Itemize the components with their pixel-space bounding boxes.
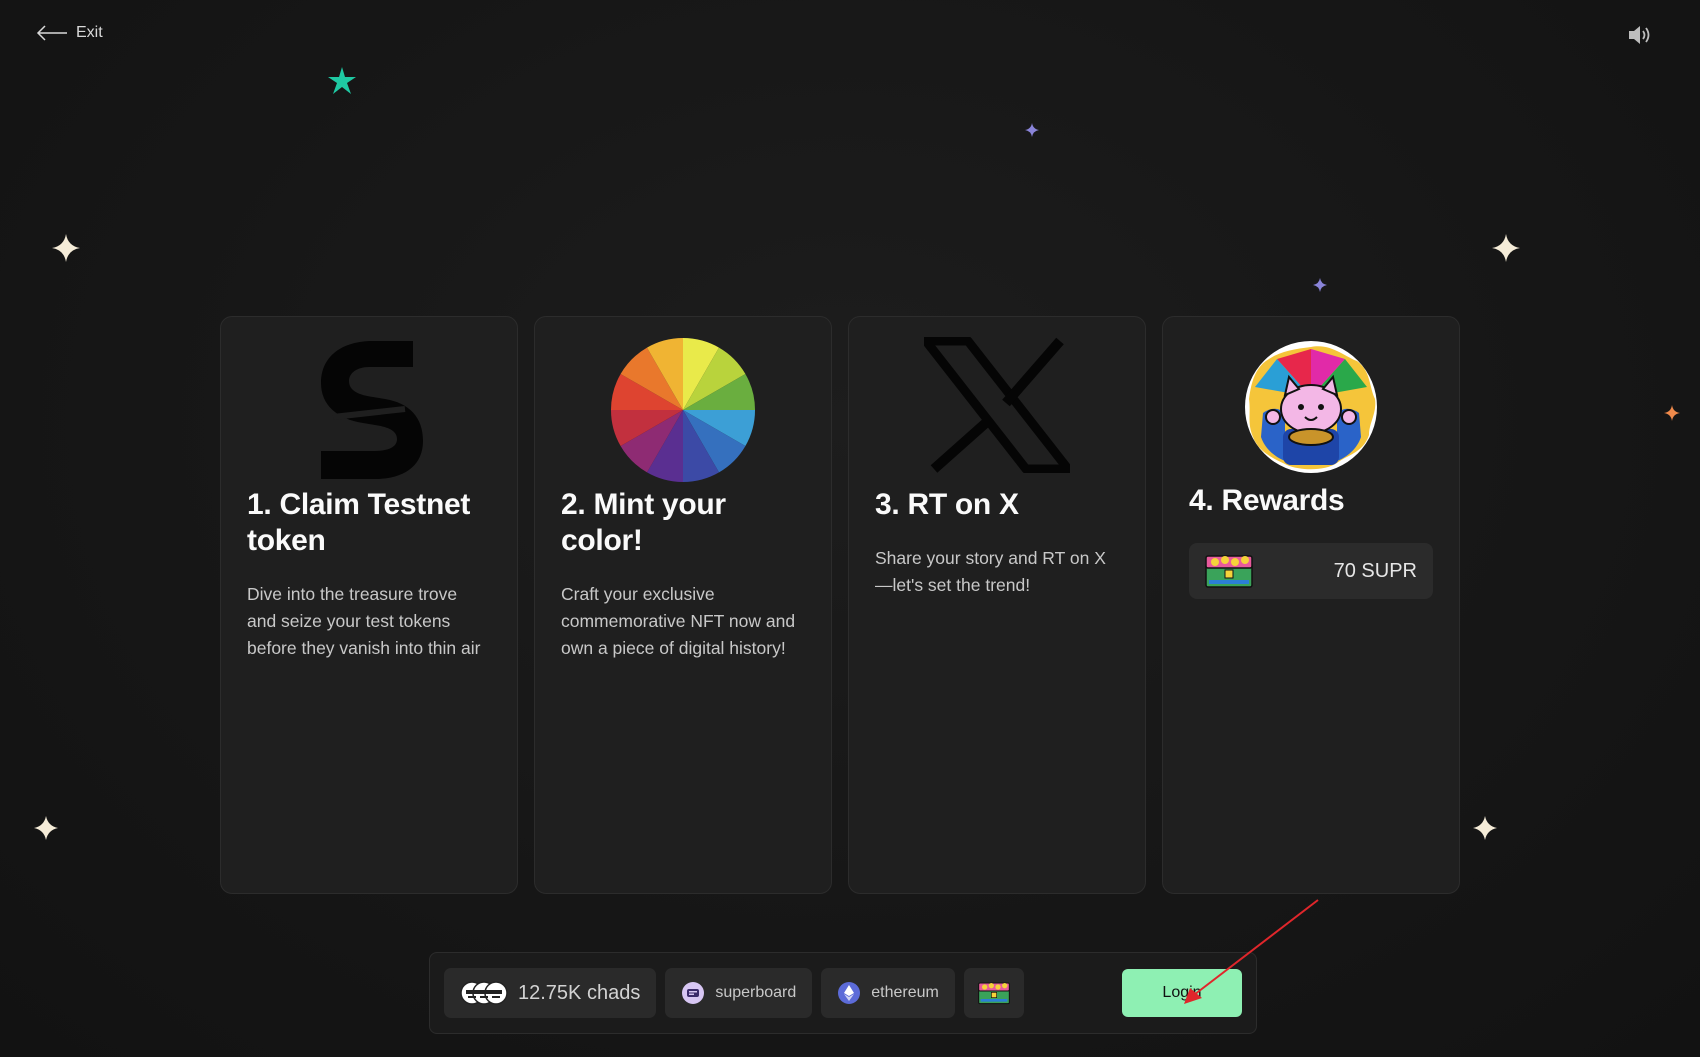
sparkle-icon (1473, 816, 1497, 840)
treasure-chest-icon (978, 982, 1010, 1005)
card-title: 4. Rewards (1189, 484, 1345, 517)
treasure-chest-icon (1205, 555, 1253, 588)
sparkle-icon (1664, 405, 1680, 421)
card-art (247, 317, 491, 479)
chads-count-pill[interactable]: 12.75K chads (444, 968, 657, 1018)
card-title: 1. Claim Testnet token (247, 488, 471, 557)
x-logo-icon (924, 337, 1070, 473)
color-wheel-icon (610, 337, 756, 483)
card-rt-on-x[interactable]: 3. RT on X Share your story and RT on X—… (848, 316, 1146, 894)
lucky-cat-badge-icon (1245, 341, 1377, 473)
speaker-icon (1629, 26, 1650, 44)
sound-toggle-button[interactable] (1627, 24, 1653, 51)
chads-count: 12.75K chads (518, 981, 641, 1004)
card-title: 2. Mint your color! (561, 488, 726, 557)
card-art (875, 317, 1119, 473)
sparkle-icon (1492, 234, 1520, 262)
card-mint-color[interactable]: 2. Mint your color! Craft your exclusive… (534, 316, 832, 894)
sparkle-icon (52, 234, 80, 262)
card-title: 3. RT on X (875, 488, 1019, 521)
card-art (561, 317, 805, 483)
sparkle-icon (1313, 278, 1327, 292)
superboard-label: superboard (715, 984, 797, 1001)
card-rewards[interactable]: 4. Rewards 70 SUPR (1162, 316, 1460, 894)
arrow-left-icon (36, 25, 67, 41)
card-description: Craft your exclusive commemorative NFT n… (561, 584, 796, 658)
sparkle-icon (1025, 123, 1039, 137)
card-description: Share your story and RT on X—let's set t… (875, 548, 1106, 595)
superboard-pill[interactable]: superboard (665, 968, 813, 1018)
chest-pill[interactable] (963, 968, 1024, 1018)
login-button[interactable]: Login (1122, 969, 1242, 1017)
card-claim-token[interactable]: 1. Claim Testnet token Dive into the tre… (220, 316, 518, 894)
exit-label: Exit (76, 24, 103, 41)
exit-button[interactable]: Exit (36, 24, 103, 42)
reward-row: 70 SUPR (1189, 543, 1433, 599)
s-logo-icon (321, 341, 423, 479)
card-description: Dive into the treasure trove and seize y… (247, 584, 481, 658)
bottom-bar: 12.75K chads superboard ethereum Login (429, 952, 1257, 1034)
chads-avatars-icon (460, 981, 508, 1005)
teal-star-icon (328, 67, 356, 94)
ethereum-label: ethereum (871, 984, 939, 1001)
quest-cards: 1. Claim Testnet token Dive into the tre… (220, 316, 1460, 894)
reward-amount: 70 SUPR (1333, 559, 1417, 582)
ethereum-pill[interactable]: ethereum (821, 968, 955, 1018)
ethereum-icon (838, 982, 861, 1004)
card-art (1189, 317, 1433, 473)
app-stage: Exit 1. Claim Testnet token Dive into th… (0, 0, 1700, 1057)
sparkle-icon (34, 816, 58, 840)
superboard-icon (682, 982, 705, 1004)
